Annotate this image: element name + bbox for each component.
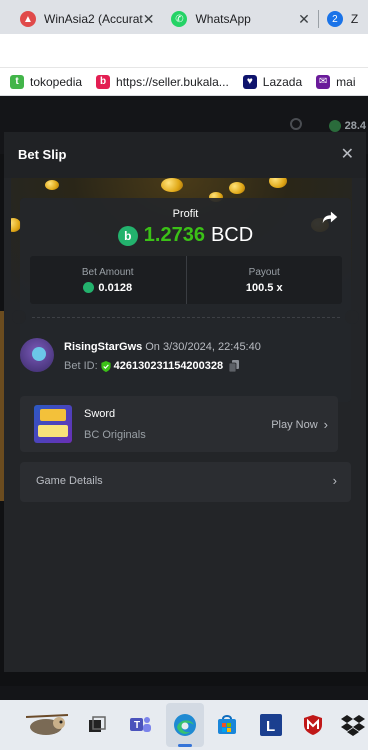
username-line: RisingStarGws On 3/30/2024, 22:45:40: [64, 341, 261, 353]
taskbar-active-indicator: [178, 744, 192, 747]
chevron-right-icon: ›: [332, 473, 337, 488]
bookmarks-bar: t tokopedia b https://seller.bukala... ♥…: [0, 68, 368, 96]
gold-coin-decoration: [269, 178, 287, 188]
bcd-coin-icon: b: [117, 225, 138, 246]
verified-shield-icon: [101, 360, 111, 372]
teams-icon[interactable]: T: [128, 712, 154, 738]
bet-date: On 3/30/2024, 22:45:40: [145, 341, 261, 353]
tab-title: WhatsApp: [195, 12, 251, 26]
bet-amount-stat: Bet Amount 0.0128: [30, 256, 186, 304]
svg-text:L: L: [266, 718, 275, 735]
svg-text:T: T: [134, 720, 140, 731]
winasia-favicon-icon: ▲: [20, 11, 36, 27]
tab-title: WinAsia2 (Accurat: [44, 12, 143, 26]
search-icon[interactable]: [290, 118, 302, 130]
bookmark-tokopedia[interactable]: t tokopedia: [10, 74, 83, 89]
close-tab-icon[interactable]: ✕: [298, 11, 310, 28]
bet-slip-modal: Bet Slip ✕ Profit b 1.2736 BCD Bet Amoun…: [4, 132, 366, 672]
bet-amount-value: 0.0128: [83, 282, 132, 294]
share-icon[interactable]: [321, 208, 339, 226]
bookmark-label: Lazada: [262, 74, 303, 89]
bet-id: 426130231154200328: [113, 360, 224, 372]
tab-third[interactable]: 2 Z: [319, 5, 368, 33]
address-bar[interactable]: [0, 34, 368, 68]
tokopedia-icon: t: [10, 74, 24, 89]
game-name: Sword: [84, 408, 116, 420]
game-details-label: Game Details: [36, 475, 103, 487]
mail-icon: ✉: [316, 74, 331, 89]
game-details-row[interactable]: Game Details ›: [20, 462, 351, 502]
copy-icon[interactable]: [229, 360, 240, 372]
dashed-divider: [32, 317, 340, 318]
sloth-app-icon[interactable]: [26, 712, 68, 738]
coin-icon: [328, 120, 341, 132]
mcafee-icon[interactable]: [300, 712, 326, 738]
store-icon[interactable]: [214, 712, 240, 738]
profit-amount: 1.2736: [143, 224, 205, 246]
ticket-notch: [12, 310, 26, 324]
bet-amount: 0.0128: [98, 281, 133, 294]
bookmark-label: https://seller.bukala...: [116, 74, 229, 89]
chevron-right-icon: ›: [323, 417, 328, 432]
site-footer-strip: [0, 686, 368, 700]
bookmark-bukalapak[interactable]: b https://seller.bukala...: [96, 74, 229, 89]
profit-currency: BCD: [210, 224, 254, 246]
tab-winasia[interactable]: ▲ WinAsia2 (Accurat ✕: [0, 5, 163, 33]
profit-value: b 1.2736 BCD: [20, 224, 351, 247]
task-view-icon[interactable]: [84, 712, 110, 738]
play-now-label: Play Now: [271, 418, 318, 431]
whatsapp-favicon-icon: ✆: [171, 11, 188, 27]
l-app-icon[interactable]: L: [258, 712, 284, 738]
browser-tab-bar: : ▲ WinAsia2 (Accurat ✕ ✆ WhatsApp ✕ 2 Z: [0, 0, 368, 34]
bookmark-label: mai: [336, 74, 356, 89]
bookmark-label: tokopedia: [30, 74, 83, 89]
play-now-button[interactable]: Play Now ›: [271, 417, 328, 432]
game-logo-shape: [38, 425, 68, 437]
ticket-notch: [345, 310, 359, 324]
tab-whatsapp[interactable]: ✆ WhatsApp ✕: [163, 5, 318, 33]
tab-favicon-icon: 2: [326, 11, 343, 27]
modal-header: Bet Slip ✕: [4, 132, 366, 178]
gold-coin-decoration: [45, 180, 59, 190]
bcd-coin-icon: [83, 282, 95, 293]
bet-amount-label: Bet Amount: [81, 266, 134, 278]
payout-stat: Payout 100.5 x: [185, 256, 343, 304]
wallet-balance[interactable]: 28.4: [328, 120, 366, 132]
close-icon[interactable]: ✕: [341, 144, 354, 164]
dropbox-icon[interactable]: [340, 712, 366, 738]
modal-title: Bet Slip: [18, 147, 67, 162]
bet-id-line: Bet ID: 426130231154200328: [64, 360, 240, 372]
game-provider: BC Originals: [84, 429, 146, 441]
bookmark-mail[interactable]: ✉ mai: [316, 74, 356, 89]
gold-coin-decoration: [161, 178, 183, 192]
bet-id-label: Bet ID:: [64, 360, 98, 372]
game-thumbnail: [34, 405, 72, 443]
bet-stats: Bet Amount 0.0128 Payout 100.5 x: [30, 256, 342, 304]
tab-title: Z: [350, 12, 359, 26]
balance-value: 28.4: [344, 120, 366, 132]
bookmark-lazada[interactable]: ♥ Lazada: [242, 74, 303, 89]
avatar[interactable]: [20, 338, 54, 372]
bukalapak-icon: b: [96, 74, 111, 89]
game-logo-shape: [40, 409, 66, 421]
profit-label: Profit: [172, 208, 199, 220]
gold-coin-decoration: [229, 182, 245, 194]
close-tab-icon[interactable]: ✕: [143, 11, 155, 28]
game-row[interactable]: Sword BC Originals Play Now ›: [20, 396, 338, 452]
edge-icon[interactable]: [172, 712, 198, 738]
taskbar: T L: [0, 700, 368, 750]
username[interactable]: RisingStarGws: [64, 341, 142, 353]
payout-label: Payout: [248, 266, 280, 278]
payout-value: 100.5 x: [245, 281, 283, 294]
bet-user-info: RisingStarGws On 3/30/2024, 22:45:40 Bet …: [20, 338, 320, 378]
lazada-icon: ♥: [242, 74, 257, 89]
